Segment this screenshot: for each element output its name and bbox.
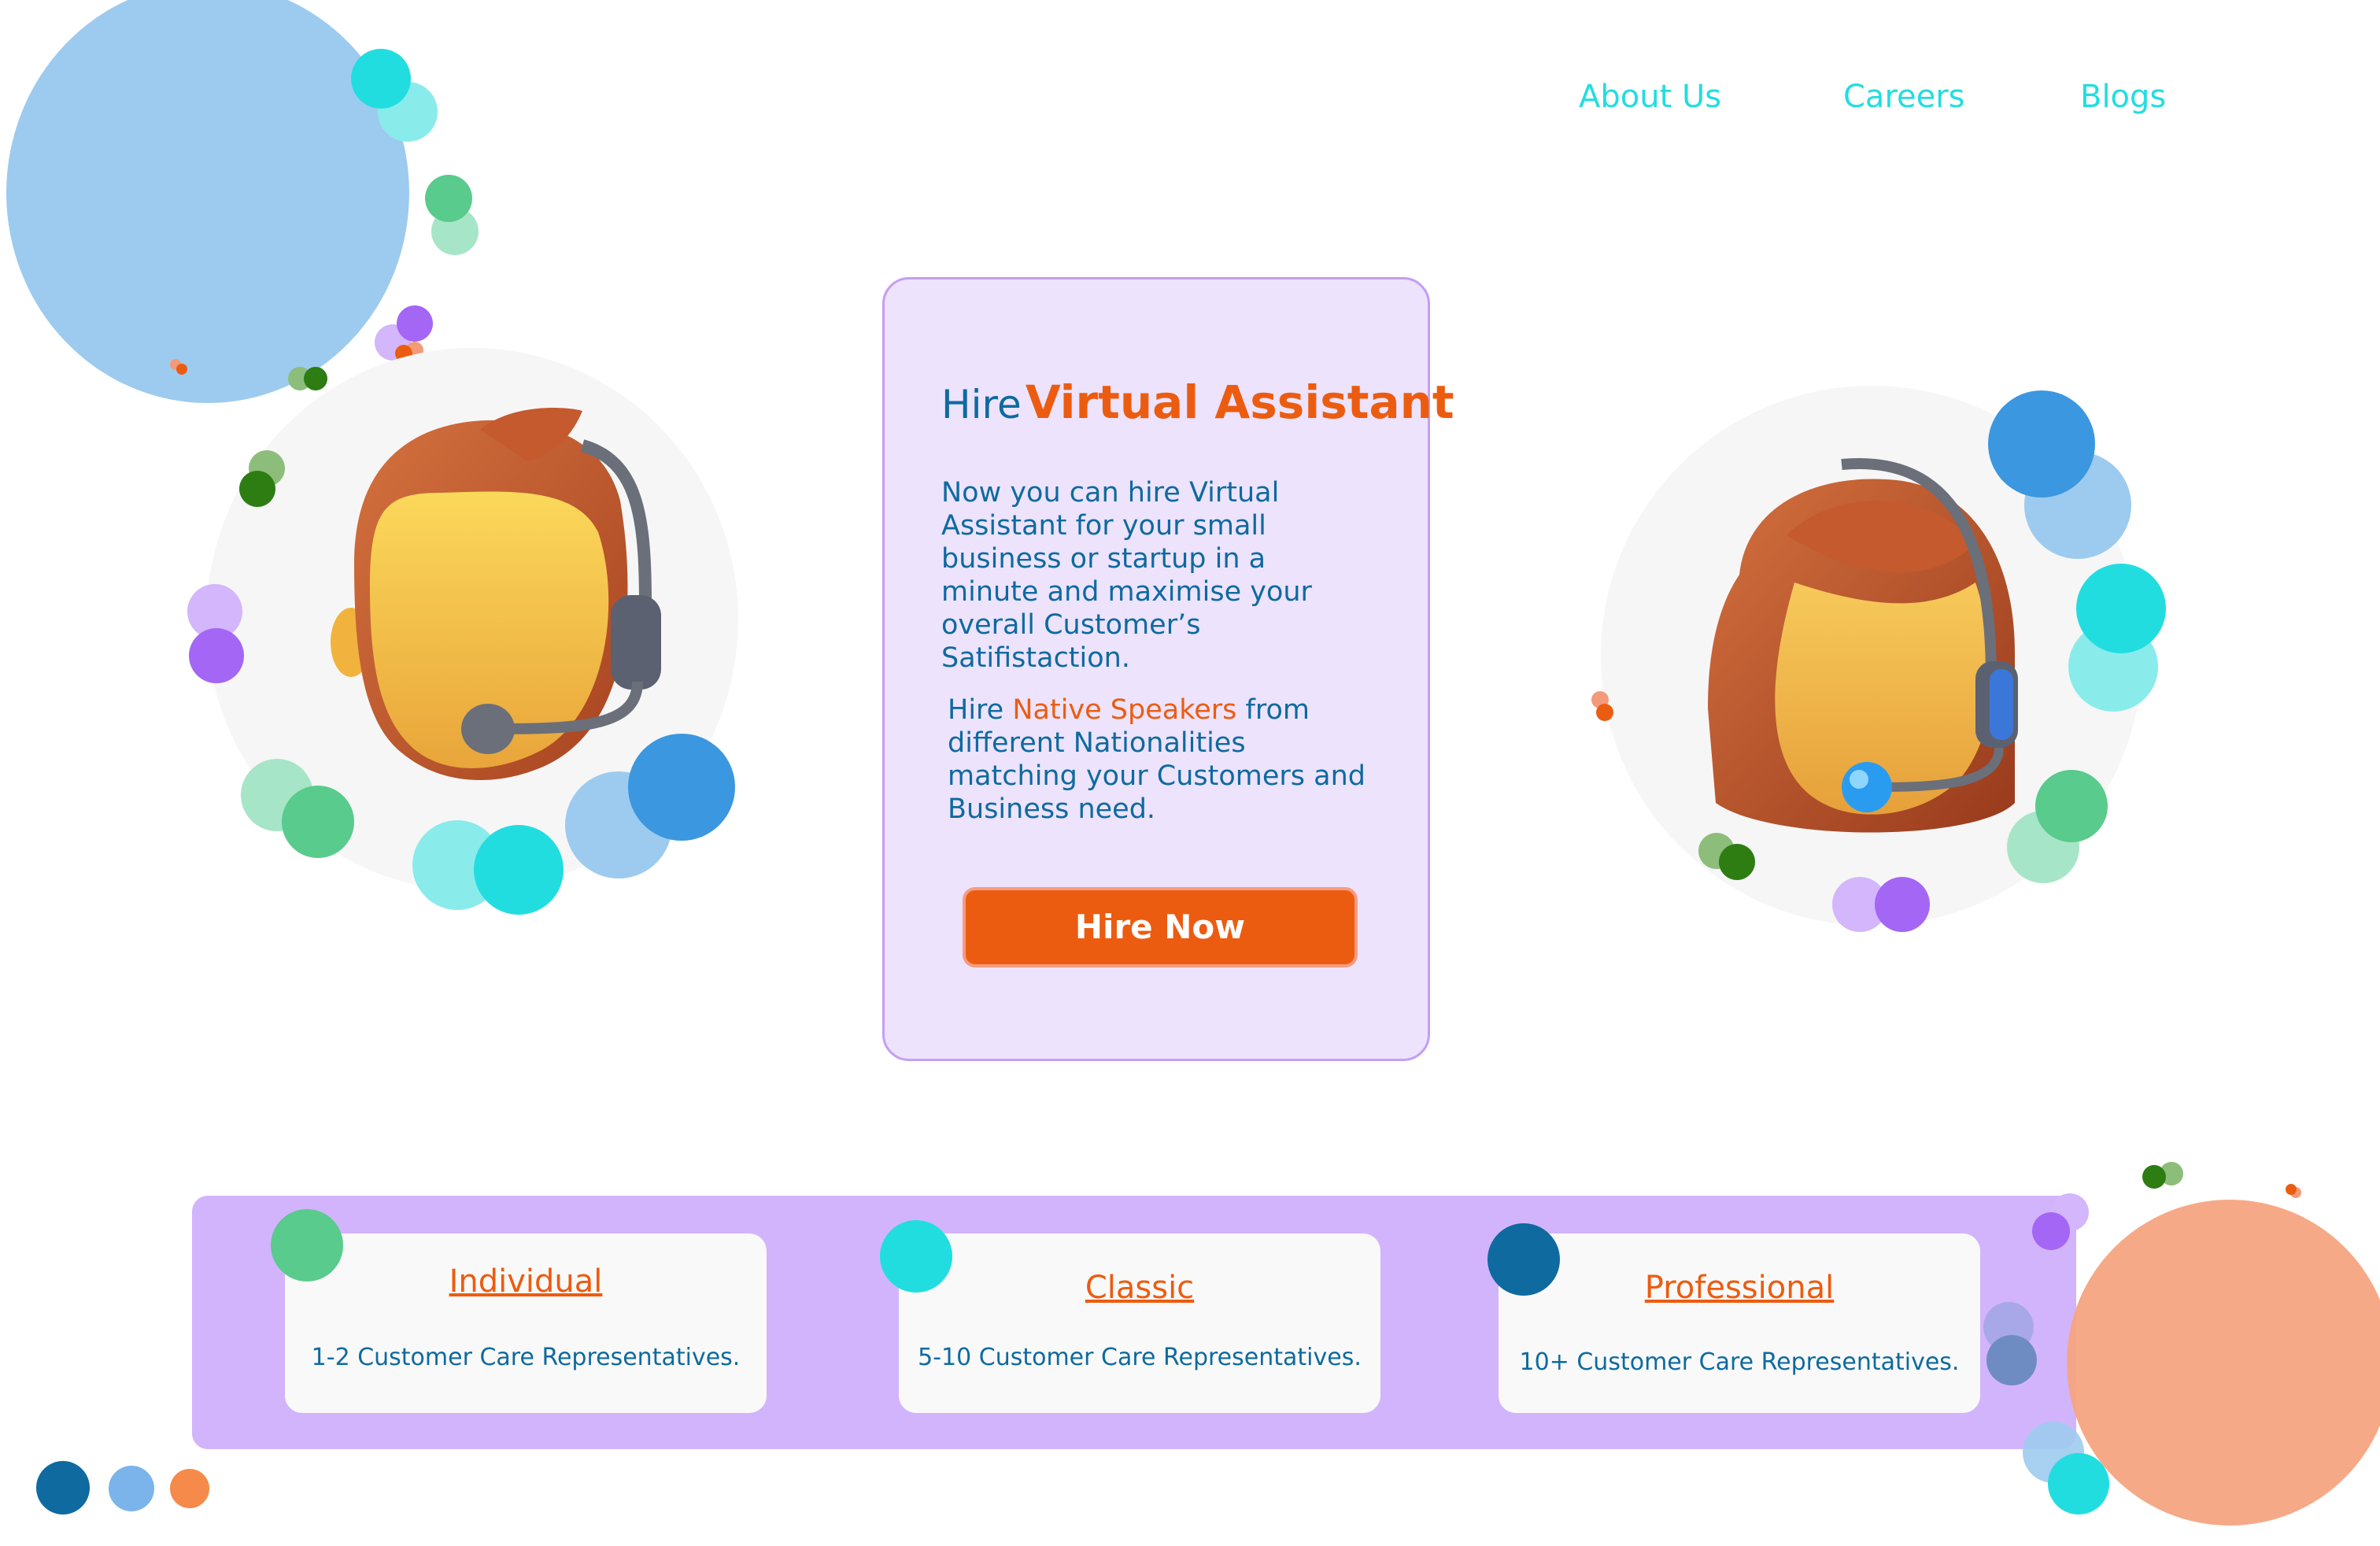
nav-blogs[interactable]: Blogs bbox=[2080, 79, 2166, 115]
decorative-bubble bbox=[2035, 770, 2108, 842]
decorative-bubble bbox=[282, 786, 354, 858]
decorative-bubble bbox=[1986, 1335, 2037, 1385]
title-prefix: Hire bbox=[941, 382, 1022, 427]
plan-description: 1-2 Customer Care Representatives. bbox=[311, 1344, 741, 1371]
decorative-bubble bbox=[304, 367, 327, 390]
plan-classic-card[interactable]: Classic 5-10 Customer Care Representativ… bbox=[899, 1233, 1380, 1413]
plan-description: 10+ Customer Care Representatives. bbox=[1519, 1348, 1960, 1376]
decorative-bubble bbox=[109, 1466, 154, 1511]
plans-bar: Individual 1-2 Customer Care Representat… bbox=[192, 1196, 2076, 1449]
decorative-bubble bbox=[271, 1209, 343, 1282]
plan-title[interactable]: Professional bbox=[1499, 1270, 1980, 1306]
nav-careers[interactable]: Careers bbox=[1843, 79, 1965, 115]
nav-about-us[interactable]: About Us bbox=[1579, 79, 1721, 115]
decorative-bubble bbox=[36, 1461, 90, 1515]
card-title: Hire Virtual Assistant bbox=[941, 375, 1454, 429]
plan-title[interactable]: Individual bbox=[285, 1263, 767, 1300]
plan-title[interactable]: Classic bbox=[899, 1270, 1380, 1306]
female-support-agent-icon bbox=[1708, 458, 2018, 833]
decorative-bubble bbox=[2076, 564, 2166, 653]
decorative-bubble bbox=[2032, 1212, 2070, 1250]
decorative-bubble bbox=[351, 49, 411, 109]
decorative-bubble bbox=[1488, 1223, 1560, 1296]
hire-assistant-card: Hire Virtual Assistant Now you can hire … bbox=[882, 277, 1454, 1061]
plan-description: 5-10 Customer Care Representatives. bbox=[918, 1344, 1362, 1371]
decorative-orange-bubble bbox=[2067, 1200, 2380, 1526]
decorative-bubble bbox=[425, 175, 472, 222]
decorative-bubble bbox=[1875, 877, 1930, 932]
native-speakers-text: Hire Native Speakers from different Nati… bbox=[948, 693, 1373, 826]
decorative-bubble bbox=[474, 825, 564, 915]
decorative-bubble bbox=[239, 471, 275, 507]
decorative-bubble bbox=[2142, 1165, 2166, 1189]
hire-now-button[interactable]: Hire Now bbox=[963, 887, 1358, 967]
native-highlight: Native Speakers bbox=[1012, 694, 1237, 726]
decorative-bubble bbox=[2048, 1453, 2109, 1515]
male-support-agent-icon bbox=[331, 407, 661, 781]
plan-individual-card[interactable]: Individual 1-2 Customer Care Representat… bbox=[285, 1233, 767, 1413]
decorative-bubble bbox=[397, 305, 433, 342]
decorative-bubble bbox=[2286, 1184, 2297, 1195]
decorative-bubble bbox=[176, 364, 187, 375]
plan-professional-card[interactable]: Professional 10+ Customer Care Represent… bbox=[1499, 1233, 1980, 1413]
decorative-bubble bbox=[880, 1220, 952, 1293]
decorative-bubble bbox=[170, 1469, 209, 1508]
native-prefix: Hire bbox=[948, 694, 1004, 726]
decorative-blue-bubble bbox=[6, 0, 409, 403]
decorative-bubble bbox=[1596, 704, 1613, 721]
title-highlight: Virtual Assistant bbox=[1025, 375, 1454, 429]
card-description: Now you can hire Virtual Assistant for y… bbox=[941, 477, 1312, 674]
decorative-bubble bbox=[189, 628, 244, 683]
